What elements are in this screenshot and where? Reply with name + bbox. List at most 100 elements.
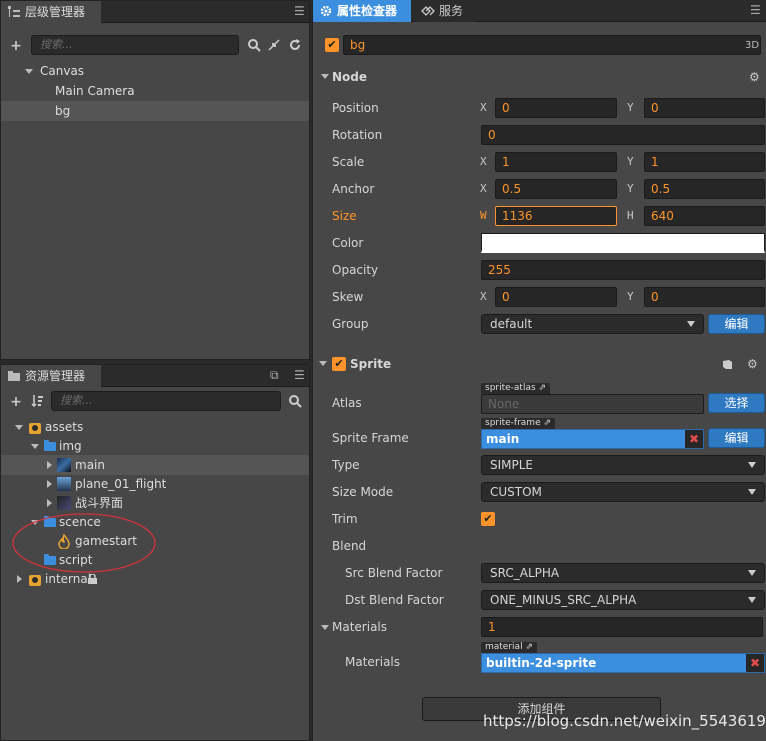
expand-arrow-icon[interactable] <box>25 69 33 74</box>
axis-h-label: H <box>627 209 634 222</box>
atlas-label: Atlas <box>332 396 362 410</box>
clear-icon[interactable]: ✖ <box>746 654 764 672</box>
trim-checkbox[interactable]: ✔ <box>481 512 495 526</box>
atlas-choose-button[interactable]: 选择 <box>708 393 765 413</box>
tree-row-bg[interactable]: bg <box>1 101 309 121</box>
inspector-menu-icon[interactable]: ☰ <box>750 4 761 16</box>
color-label: Color <box>332 236 364 250</box>
collapse-arrow-icon[interactable] <box>47 499 52 507</box>
add-asset-button[interactable]: + <box>10 395 22 409</box>
skew-x-input[interactable]: 0 <box>495 287 617 307</box>
scale-x-input[interactable]: 1 <box>495 152 617 172</box>
book-icon[interactable] <box>722 359 733 370</box>
expand-arrow-icon[interactable] <box>31 444 39 449</box>
axis-y-label: Y <box>627 182 634 195</box>
position-x-input[interactable]: 0 <box>495 98 617 118</box>
image-thumbnail-icon <box>57 496 71 510</box>
sprite-frame-edit-button[interactable]: 编辑 <box>708 428 765 448</box>
asset-label: assets <box>45 420 84 434</box>
size-mode-select[interactable]: CUSTOM <box>481 482 765 502</box>
color-swatch[interactable] <box>481 233 765 253</box>
node-section-header[interactable]: Node ⚙ <box>313 66 766 88</box>
tree-row-main-camera[interactable]: Main Camera <box>1 81 309 101</box>
atlas-input[interactable]: None <box>481 394 704 414</box>
inspector-tab[interactable]: 属性检查器 <box>313 0 411 22</box>
collapse-arrow-icon[interactable] <box>47 461 52 469</box>
assets-menu-icon[interactable]: ☰ <box>294 369 305 381</box>
group-edit-button[interactable]: 编辑 <box>708 314 765 334</box>
chevron-down-icon <box>748 597 756 603</box>
node-active-checkbox[interactable]: ✔ <box>325 38 339 52</box>
search-icon[interactable] <box>248 39 261 52</box>
node-label: bg <box>55 104 71 118</box>
hierarchy-tab[interactable]: 层级管理器 <box>1 1 101 23</box>
scale-label: Scale <box>332 155 365 169</box>
scale-y-input[interactable]: 1 <box>644 152 765 172</box>
rotation-label: Rotation <box>332 128 383 142</box>
axis-x-label: X <box>480 155 487 168</box>
tree-row-canvas[interactable]: Canvas <box>1 61 309 81</box>
size-h-input[interactable]: 640 <box>644 206 765 226</box>
blend-label: Blend <box>332 539 367 553</box>
rotation-input[interactable]: 0 <box>481 125 765 145</box>
collapse-arrow-icon[interactable] <box>47 480 52 488</box>
expand-arrow-icon[interactable] <box>321 74 329 79</box>
sprite-frame-input[interactable]: main ✖ <box>481 429 704 449</box>
position-y-input[interactable]: 0 <box>644 98 765 118</box>
assets-search-input[interactable]: 搜索... <box>51 391 281 411</box>
search-icon[interactable] <box>289 395 302 408</box>
materials-count-input[interactable]: 1 <box>481 617 763 637</box>
asset-row-img[interactable]: img <box>1 436 309 456</box>
asset-row-plane[interactable]: plane_01_flight <box>1 474 309 494</box>
asset-row-assets[interactable]: assets <box>1 417 309 437</box>
link-icon[interactable]: ⇗ <box>525 642 533 652</box>
anchor-y-input[interactable]: 0.5 <box>644 179 765 199</box>
asset-row-main[interactable]: main <box>1 455 309 475</box>
anchor-x-input[interactable]: 0.5 <box>495 179 617 199</box>
material-input[interactable]: builtin-2d-sprite ✖ <box>481 653 765 673</box>
add-node-button[interactable]: + <box>10 39 22 53</box>
size-mode-value: CUSTOM <box>490 485 542 499</box>
expand-arrow-icon[interactable] <box>321 625 329 630</box>
badge-3d[interactable]: 3D <box>745 40 759 51</box>
assets-tab[interactable]: 资源管理器 <box>1 365 101 387</box>
service-tab[interactable]: 服务 <box>415 0 475 22</box>
expand-arrow-icon[interactable] <box>15 425 23 430</box>
collapse-icon[interactable] <box>268 39 280 51</box>
skew-y-input[interactable]: 0 <box>644 287 765 307</box>
axis-w-label: W <box>480 209 487 222</box>
refresh-icon[interactable] <box>289 39 301 51</box>
size-w-input[interactable]: 1136 <box>495 206 617 226</box>
service-tab-label: 服务 <box>439 4 464 18</box>
type-select[interactable]: SIMPLE <box>481 455 765 475</box>
sprite-enabled-checkbox[interactable]: ✔ <box>332 357 346 371</box>
link-icon[interactable]: ⇗ <box>543 418 551 428</box>
node-section-title: Node <box>332 70 368 84</box>
hierarchy-menu-icon[interactable]: ☰ <box>294 5 305 17</box>
dst-blend-select[interactable]: ONE_MINUS_SRC_ALPHA <box>481 590 765 610</box>
src-blend-select[interactable]: SRC_ALPHA <box>481 563 765 583</box>
clear-icon[interactable]: ✖ <box>685 430 703 448</box>
assets-popout-icon[interactable]: ⧉ <box>270 369 280 381</box>
sprite-section-header[interactable]: ✔ Sprite ⚙ <box>313 353 766 375</box>
node-settings-gear-icon[interactable]: ⚙ <box>749 66 760 88</box>
expand-arrow-icon[interactable] <box>319 361 327 366</box>
sort-icon[interactable] <box>31 394 44 407</box>
group-select[interactable]: default <box>481 314 704 334</box>
node-name-input[interactable]: bg <box>343 35 761 55</box>
sprite-settings-gear-icon[interactable]: ⚙ <box>747 353 758 375</box>
axis-x-label: X <box>480 101 487 114</box>
materials-header[interactable]: Materials <box>313 617 473 637</box>
annotation-ellipse <box>12 513 156 573</box>
link-icon[interactable]: ⇗ <box>539 383 547 393</box>
axis-x-label: X <box>480 182 487 195</box>
inspector-panel: 属性检查器 服务 ☰ ✔ bg 3D Node ⚙ Position X 0 Y… <box>312 0 766 741</box>
chevron-down-icon <box>748 570 756 576</box>
collapse-arrow-icon[interactable] <box>17 575 22 583</box>
dst-blend-label: Dst Blend Factor <box>345 593 444 607</box>
opacity-label: Opacity <box>332 263 379 277</box>
opacity-input[interactable]: 255 <box>481 260 765 280</box>
src-blend-value: SRC_ALPHA <box>490 566 560 580</box>
hierarchy-search-input[interactable]: 搜索... <box>31 35 239 55</box>
asset-row-battle-ui[interactable]: 战斗界面 <box>1 493 309 513</box>
